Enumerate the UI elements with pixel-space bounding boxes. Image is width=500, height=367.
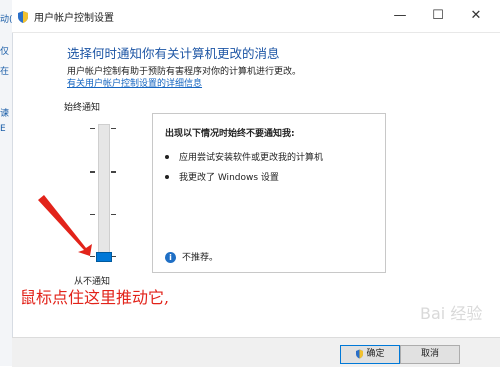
shield-icon bbox=[355, 349, 364, 359]
annotation-text: 鼠标点住这里推动它, bbox=[20, 288, 170, 307]
button-bar: 确定 取消 bbox=[12, 337, 500, 367]
watermark: Bai 经验 bbox=[420, 304, 483, 323]
ok-button[interactable]: 确定 bbox=[340, 345, 400, 364]
ok-label: 确定 bbox=[366, 349, 385, 359]
cancel-button[interactable]: 取消 bbox=[400, 345, 460, 364]
